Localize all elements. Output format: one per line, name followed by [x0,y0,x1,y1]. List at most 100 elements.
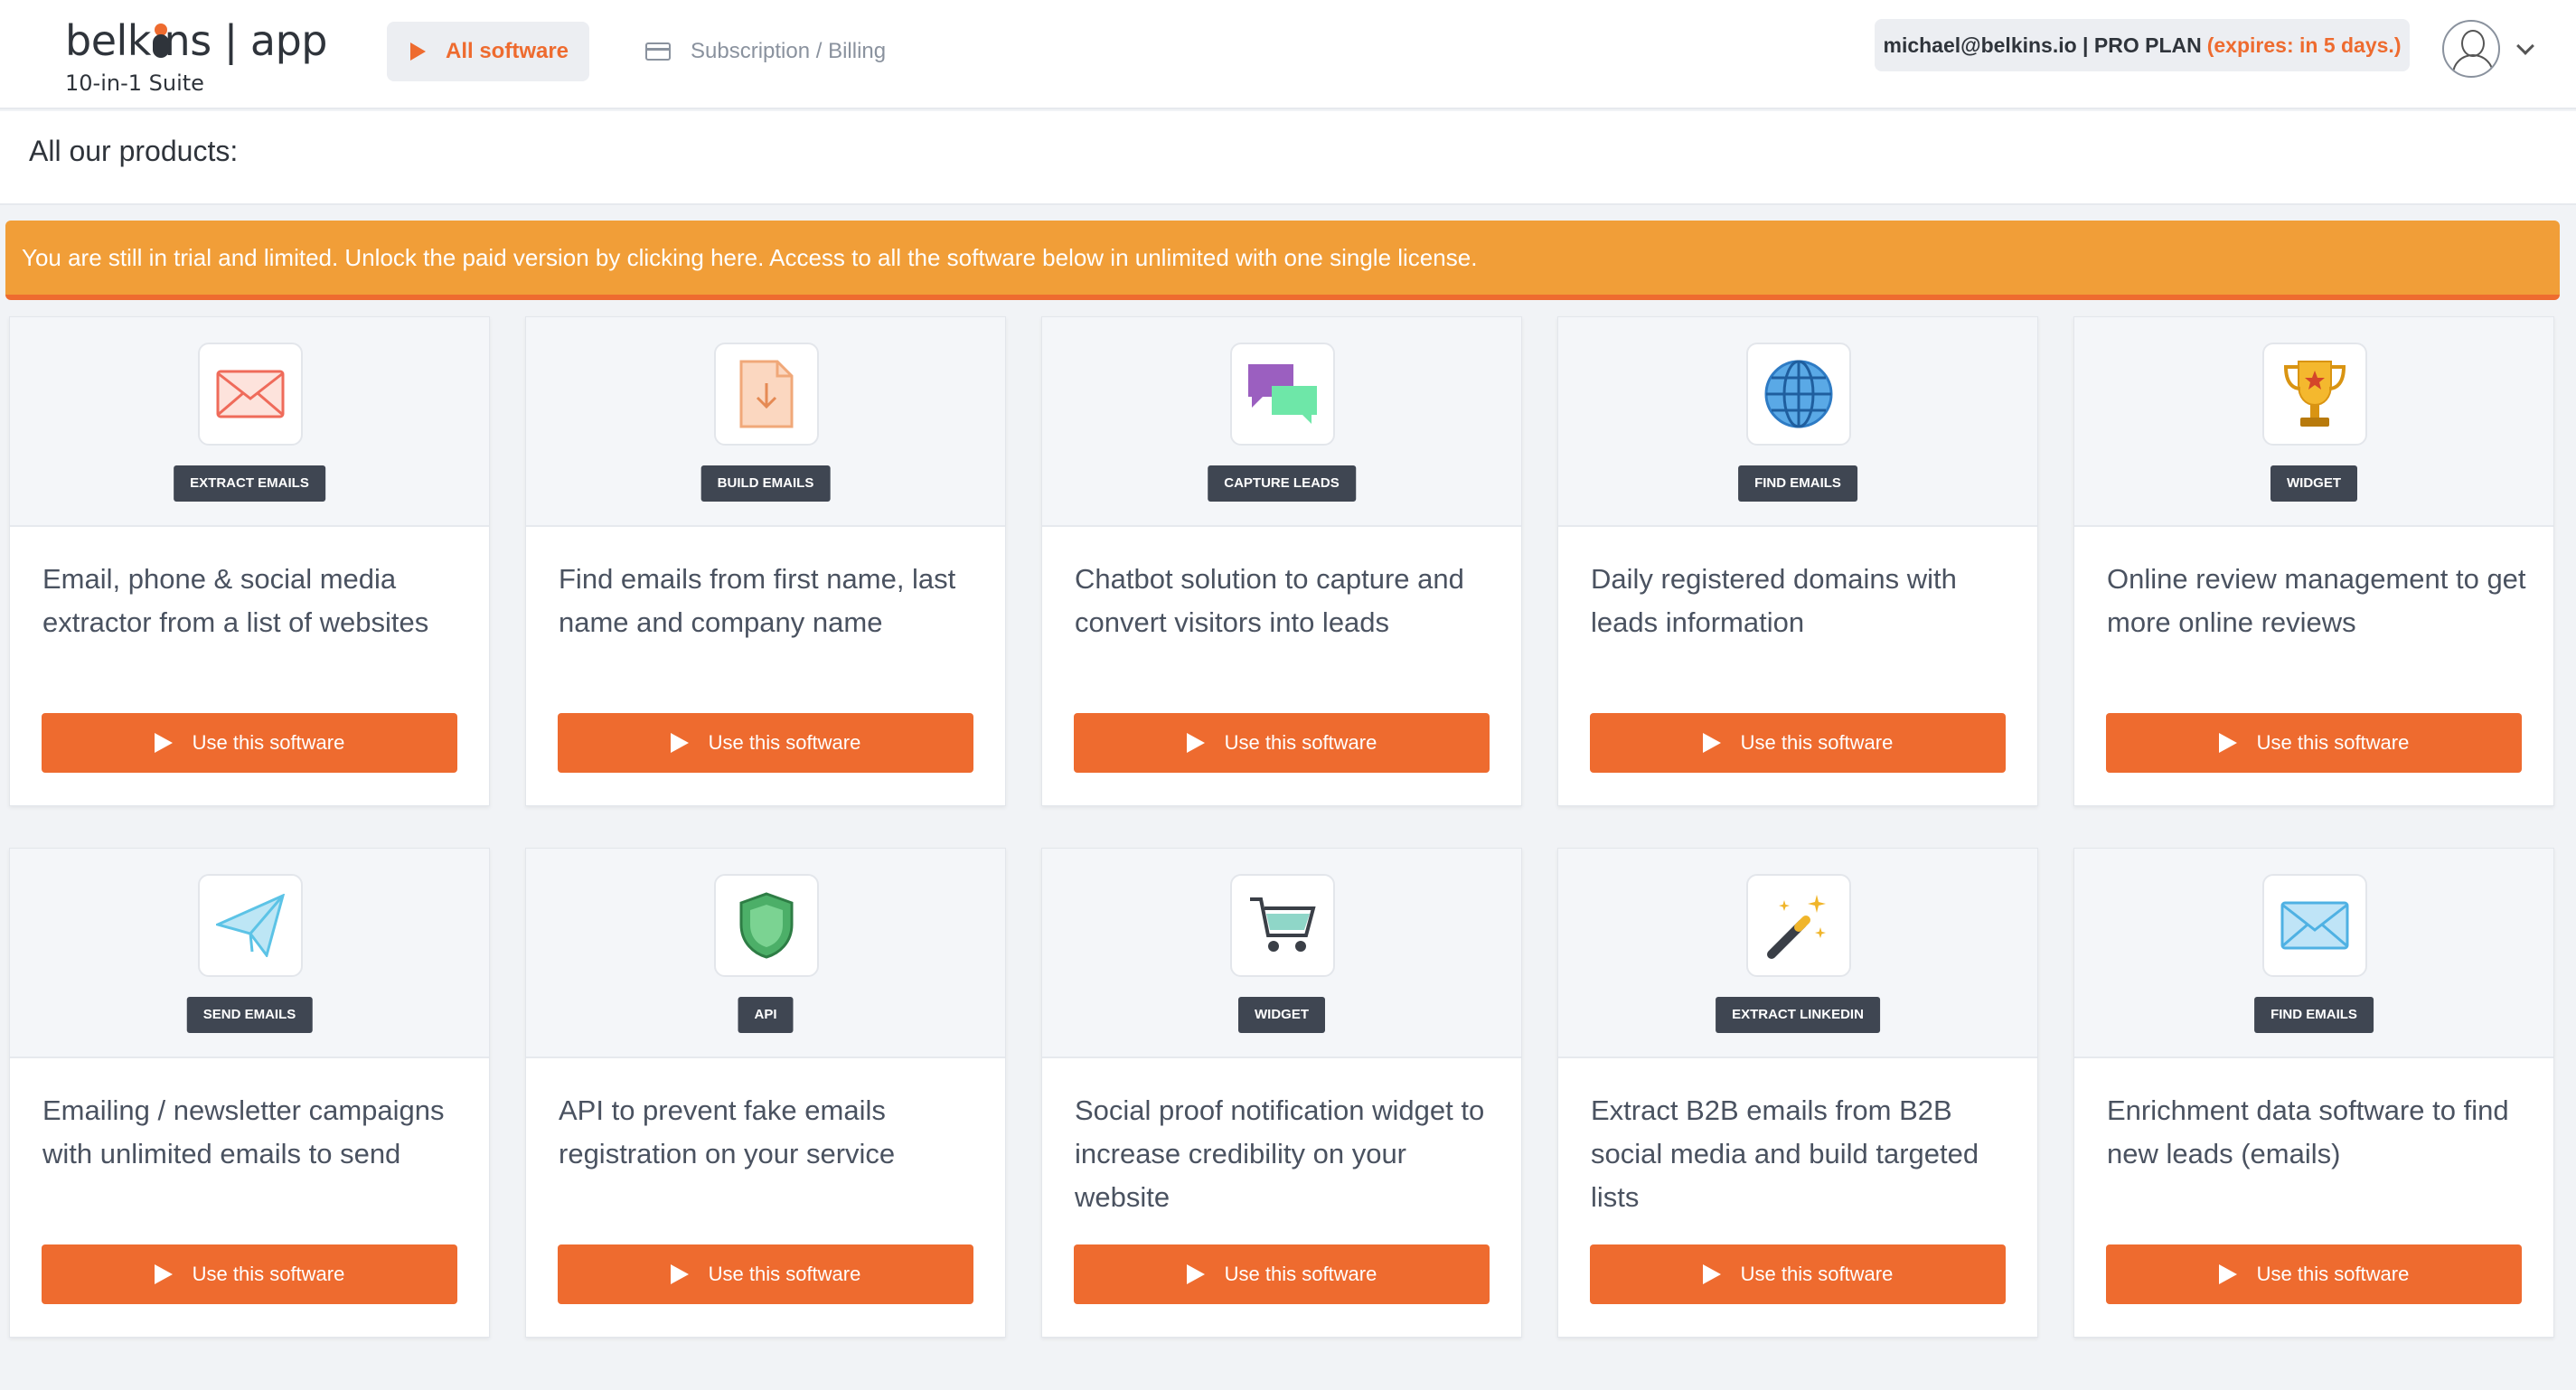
product-card-header: API [526,849,1005,1058]
page-title: All our products: [29,135,239,167]
use-this-software-button[interactable]: Use this software [1590,1244,2006,1304]
product-card-header: FIND EMAILS [1558,317,2037,527]
use-button-label: Use this software [1224,731,1377,754]
use-this-software-button[interactable]: Use this software [2106,1244,2522,1304]
use-button-label: Use this software [192,731,345,754]
shopping-cart-icon [1230,874,1335,977]
product-category-tag: BUILD EMAILS [700,465,831,502]
use-button-label: Use this software [2256,1263,2410,1285]
logo-dot-icon [152,23,169,58]
magic-wand-icon [1746,874,1851,977]
play-icon [2218,733,2237,753]
product-card: FIND EMAILS Daily registered domains wit… [1557,316,2038,806]
product-card-header: SEND EMAILS [10,849,489,1058]
nav-subscription-billing[interactable]: Subscription / Billing [645,22,886,81]
play-icon [1186,1264,1205,1284]
top-header: belk ns | app 10-in-1 Suite All software … [0,0,2576,109]
product-card-header: EXTRACT EMAILS [10,317,489,527]
product-category-tag: EXTRACT LINKEDIN [1716,997,1880,1033]
use-this-software-button[interactable]: Use this software [42,1244,457,1304]
logo-subtitle: 10-in-1 Suite [65,70,204,96]
nav-all-software-label: All software [446,39,569,63]
user-avatar-icon[interactable] [2442,20,2500,78]
product-card: SEND EMAILS Emailing / newsletter campai… [9,848,490,1338]
account-plan-badge[interactable]: michael@belkins.io | PRO PLAN (expires: … [1875,19,2410,71]
paper-plane-icon [198,874,303,977]
credit-card-icon [645,42,671,61]
product-category-tag: SEND EMAILS [186,997,313,1033]
use-this-software-button[interactable]: Use this software [1074,1244,1490,1304]
play-icon [154,733,173,753]
play-icon [1186,733,1205,753]
plan-expiry: (expires: in 5 days.) [2206,33,2402,57]
product-card: WIDGET Online review management to get m… [2073,316,2554,806]
product-description: Extract B2B emails from B2B social media… [1591,1094,1979,1213]
product-card-header: CAPTURE LEADS [1042,317,1521,527]
product-card: CAPTURE LEADS Chatbot solution to captur… [1041,316,1522,806]
use-this-software-button[interactable]: Use this software [2106,713,2522,773]
envelope-icon [198,343,303,446]
product-card: FIND EMAILS Enrichment data software to … [2073,848,2554,1338]
play-icon [154,1264,173,1284]
blue-envelope-icon [2262,874,2367,977]
product-description: Enrichment data software to find new lea… [2107,1094,2509,1169]
use-button-label: Use this software [1740,731,1894,754]
product-description: Daily registered domains with leads info… [1591,563,1957,638]
play-icon [670,733,689,753]
product-category-tag: EXTRACT EMAILS [174,465,325,502]
trial-alert-banner[interactable]: You are still in trial and limited. Unlo… [5,221,2560,300]
product-card: API API to prevent fake emails registrat… [525,848,1006,1338]
product-card: WIDGET Social proof notification widget … [1041,848,1522,1338]
use-button-label: Use this software [1740,1263,1894,1285]
product-category-tag: FIND EMAILS [2254,997,2374,1033]
use-this-software-button[interactable]: Use this software [1590,713,2006,773]
product-card: EXTRACT EMAILS Email, phone & social med… [9,316,490,806]
product-description: Email, phone & social media extractor fr… [42,563,429,638]
shield-icon [714,874,819,977]
product-card: BUILD EMAILS Find emails from first name… [525,316,1006,806]
file-download-icon [714,343,819,446]
belkins-logo[interactable]: belk ns | app 10-in-1 Suite [65,13,328,99]
use-button-label: Use this software [708,1263,861,1285]
use-this-software-button[interactable]: Use this software [558,713,973,773]
use-this-software-button[interactable]: Use this software [1074,713,1490,773]
title-bar: All our products: [0,111,2576,205]
use-this-software-button[interactable]: Use this software [558,1244,973,1304]
product-category-tag: API [738,997,794,1033]
product-description: API to prevent fake emails registration … [559,1094,896,1169]
product-card-header: FIND EMAILS [2074,849,2553,1058]
play-icon [410,42,426,61]
product-category-tag: WIDGET [1238,997,1325,1033]
product-description: Emailing / newsletter campaigns with unl… [42,1094,445,1169]
chevron-down-icon[interactable] [2516,37,2534,55]
account-email-plan: michael@belkins.io | PRO PLAN [1883,33,2202,57]
product-description: Social proof notification widget to incr… [1075,1094,1485,1213]
product-card-header: EXTRACT LINKEDIN [1558,849,2037,1058]
use-button-label: Use this software [192,1263,345,1285]
use-button-label: Use this software [2256,731,2410,754]
play-icon [1702,1264,1721,1284]
globe-icon [1746,343,1851,446]
chat-bubbles-icon [1230,343,1335,446]
products-grid: EXTRACT EMAILS Email, phone & social med… [9,316,2567,1338]
use-button-label: Use this software [1224,1263,1377,1285]
product-card-header: WIDGET [1042,849,1521,1058]
use-this-software-button[interactable]: Use this software [42,713,457,773]
trial-alert-text: You are still in trial and limited. Unlo… [22,243,1478,271]
trophy-icon [2262,343,2367,446]
nav-billing-label: Subscription / Billing [691,39,887,63]
play-icon [2218,1264,2237,1284]
use-button-label: Use this software [708,731,861,754]
product-card: EXTRACT LINKEDIN Extract B2B emails from… [1557,848,2038,1338]
play-icon [670,1264,689,1284]
nav-all-software[interactable]: All software [387,22,589,81]
product-description: Online review management to get more onl… [2107,563,2526,638]
play-icon [1702,733,1721,753]
product-card-header: WIDGET [2074,317,2553,527]
product-category-tag: CAPTURE LEADS [1208,465,1356,502]
product-category-tag: WIDGET [2270,465,2357,502]
product-description: Find emails from first name, last name a… [559,563,956,638]
product-card-header: BUILD EMAILS [526,317,1005,527]
product-description: Chatbot solution to capture and convert … [1075,563,1464,638]
product-category-tag: FIND EMAILS [1738,465,1857,502]
